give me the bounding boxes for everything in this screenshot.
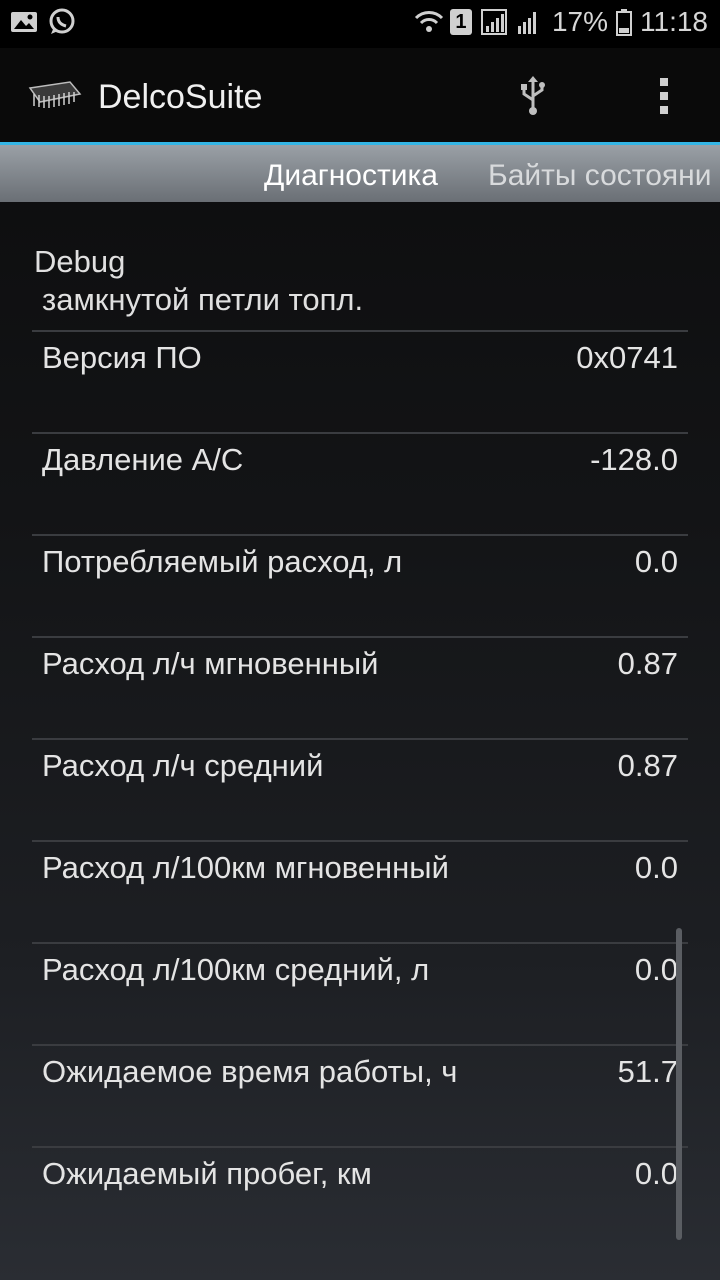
chip-app-icon[interactable] <box>24 72 84 118</box>
param-label: Расход л/ч мгновенный <box>42 646 379 681</box>
tab-diagnostics[interactable]: Диагностика <box>264 159 438 193</box>
list-item[interactable]: Ожидаемое время работы, ч 51.7 <box>32 1044 688 1146</box>
section-subtitle: замкнутой петли топл. <box>42 282 364 317</box>
list-item[interactable]: Потребляемый расход, л 0.0 <box>32 534 688 636</box>
list-item[interactable]: Ожидаемый пробег, км 0.0 <box>32 1146 688 1248</box>
list-item[interactable]: Расход л/100км мгновенный 0.0 <box>32 840 688 942</box>
param-label: Расход л/100км средний, л <box>42 952 430 987</box>
action-bar: DelcoSuite <box>0 48 720 142</box>
param-value: 51.7 <box>617 1054 678 1089</box>
param-value: 0.0 <box>634 1156 678 1191</box>
param-value: -128.0 <box>590 442 678 477</box>
usb-icon[interactable] <box>518 76 548 116</box>
param-value: 0.0 <box>634 544 678 579</box>
signal-2-icon <box>516 8 544 36</box>
content: Debug замкнутой петли топл. Версия ПО 0x… <box>0 202 720 1280</box>
list-item[interactable]: Версия ПО 0x0741 <box>32 330 688 432</box>
tab-status-bytes[interactable]: Байты состояни <box>488 159 711 193</box>
scrollbar[interactable] <box>676 928 682 1240</box>
battery-percent: 17% <box>551 6 608 37</box>
param-value: 0.0 <box>634 850 678 885</box>
whatsapp-icon <box>48 8 76 36</box>
signal-icon <box>480 8 508 36</box>
param-label: Ожидаемый пробег, км <box>42 1156 372 1191</box>
tab-strip: Диагностика Байты состояни <box>0 142 720 202</box>
battery-icon <box>616 8 632 36</box>
wifi-icon <box>414 8 444 36</box>
image-icon <box>10 8 38 36</box>
status-bar: 1 17% 11:18 <box>0 0 720 48</box>
param-label: Давление А/С <box>42 442 244 477</box>
section-title: Debug <box>34 244 126 279</box>
status-left <box>10 8 76 36</box>
list-item[interactable]: Давление А/С -128.0 <box>32 432 688 534</box>
list-item[interactable]: Расход л/ч мгновенный 0.87 <box>32 636 688 738</box>
param-label: Расход л/ч средний <box>42 748 324 783</box>
param-label: Версия ПО <box>42 340 202 375</box>
param-value: 0.87 <box>617 748 678 783</box>
list-item[interactable]: Расход л/100км средний, л 0.0 <box>32 942 688 1044</box>
param-value: 0x0741 <box>576 340 678 375</box>
param-label: Расход л/100км мгновенный <box>42 850 449 885</box>
param-label: Ожидаемое время работы, ч <box>42 1054 458 1089</box>
overflow-menu-icon[interactable] <box>654 74 674 118</box>
parameter-list: Версия ПО 0x0741 Давление А/С -128.0 Пот… <box>32 330 688 1248</box>
clock: 11:18 <box>640 6 708 37</box>
status-right: 1 17% 11:18 <box>414 6 708 38</box>
param-value: 0.0 <box>634 952 678 987</box>
param-label: Потребляемый расход, л <box>42 544 403 579</box>
param-value: 0.87 <box>617 646 678 681</box>
list-item[interactable]: Расход л/ч средний 0.87 <box>32 738 688 840</box>
sim-slot-number: 1 <box>455 11 467 33</box>
sim-badge-icon: 1 <box>449 9 472 35</box>
app-title: DelcoSuite <box>98 78 263 116</box>
